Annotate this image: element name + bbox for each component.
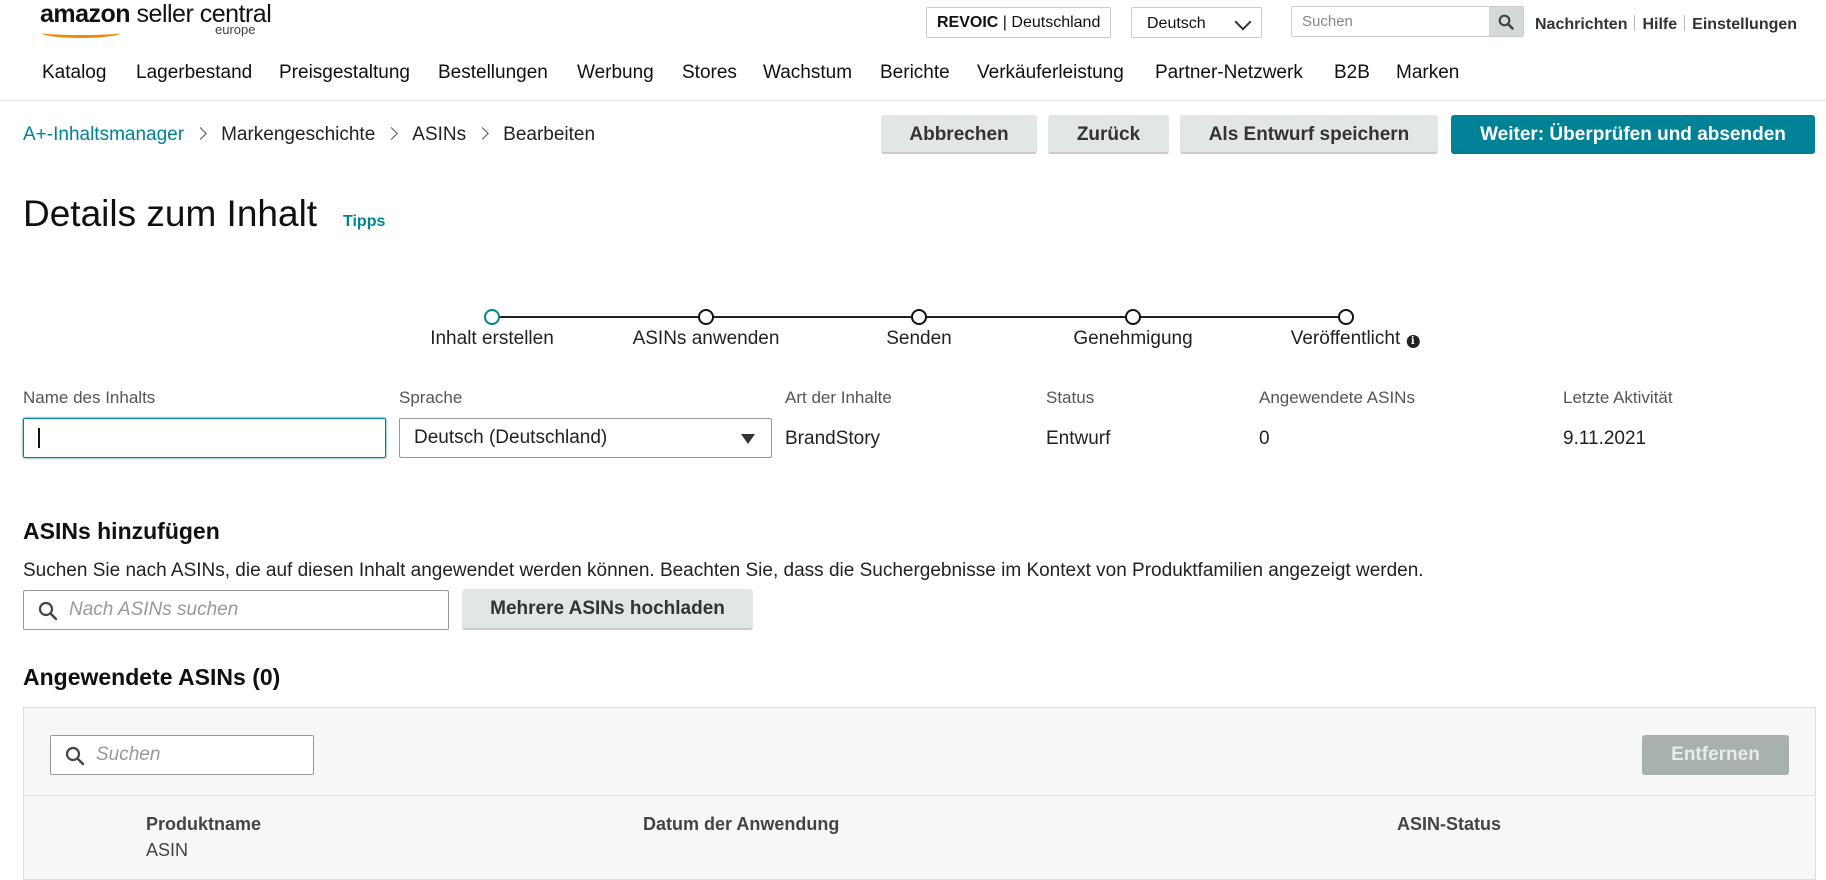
logo-region: europe [215, 22, 256, 37]
submit-review-button[interactable]: Weiter: Überprüfen und absenden [1451, 115, 1815, 154]
amazon-smile-icon [42, 28, 120, 38]
upload-asins-button[interactable]: Mehrere ASINs hochladen [462, 589, 753, 630]
content-name-field[interactable] [23, 418, 386, 458]
step-label-create: Inhalt erstellen [430, 328, 554, 349]
applied-asins-heading: Angewendete ASINs (0) [23, 664, 281, 690]
top-bar: amazon seller central europe REVOIC | De… [0, 0, 1826, 48]
asin-search-input[interactable] [69, 591, 439, 629]
applied-asins-table: Entfernen Produktname ASIN Datum der Anw… [23, 707, 1816, 880]
column-header-date[interactable]: Datum der Anwendung [643, 814, 839, 835]
step-dot-apply-asins [698, 309, 714, 325]
content-name-input[interactable] [24, 419, 385, 457]
logo-brand-bold: amazon [40, 0, 131, 28]
content-type-value: BrandStory [785, 428, 881, 449]
add-asins-heading: ASINs hinzufügen [23, 518, 220, 544]
nav-item-katalog[interactable]: Katalog [42, 62, 106, 84]
main-nav: Katalog Lagerbestand Preisgestaltung Bes… [0, 48, 1826, 101]
add-asins-description: Suchen Sie nach ASINs, die auf diesen In… [23, 560, 1424, 581]
nav-item-bestellungen[interactable]: Bestellungen [438, 62, 548, 84]
last-activity-value: 9.11.2021 [1563, 428, 1647, 449]
content-language-value: Deutsch (Deutschland) [414, 427, 608, 448]
content-language-select[interactable]: Deutsch (Deutschland) [399, 418, 772, 458]
nav-item-wachstum[interactable]: Wachstum [763, 62, 852, 84]
applied-asins-value: 0 [1259, 428, 1270, 449]
nav-item-b2b[interactable]: B2B [1334, 62, 1370, 84]
nav-item-marken[interactable]: Marken [1396, 62, 1459, 84]
stepper-line [926, 316, 1125, 318]
status-value: Entwurf [1046, 428, 1111, 449]
chevron-right-icon [194, 127, 207, 140]
help-link[interactable]: Hilfe [1642, 16, 1677, 33]
step-label-apply-asins: ASINs anwenden [632, 328, 780, 349]
step-dot-create [484, 309, 500, 325]
header-search-input[interactable] [1292, 7, 1487, 36]
page-title: Details zum Inhalt [23, 193, 318, 234]
breadcrumb-item-asins: ASINs [412, 124, 467, 145]
save-draft-button[interactable]: Als Entwurf speichern [1180, 115, 1438, 154]
nav-item-lagerbestand[interactable]: Lagerbestand [136, 62, 252, 84]
content-type-label: Art der Inhalte [785, 388, 892, 407]
messages-link[interactable]: Nachrichten [1535, 16, 1627, 33]
step-label-approval: Genehmigung [1073, 328, 1193, 349]
account-marketplace: Deutschland [1011, 14, 1101, 31]
language-value: Deutsch [1147, 15, 1206, 32]
language-label: Sprache [399, 388, 463, 407]
header-links: Nachrichten Hilfe Einstellungen [1535, 15, 1797, 34]
tips-link[interactable]: Tipps [343, 213, 385, 231]
step-dot-published [1338, 309, 1354, 325]
column-header-status[interactable]: ASIN-Status [1397, 814, 1501, 835]
column-header-asin: ASIN [146, 840, 189, 860]
header-search [1291, 6, 1524, 37]
breadcrumb-item-edit: Bearbeiten [503, 124, 596, 145]
text-cursor [38, 428, 40, 448]
column-header-product[interactable]: Produktname [146, 814, 261, 835]
breadcrumb: A+-Inhaltsmanager Markengeschichte ASINs Be… [23, 124, 595, 146]
breadcrumb-item-aplus[interactable]: A+-Inhaltsmanager [23, 124, 184, 145]
settings-link[interactable]: Einstellungen [1692, 16, 1797, 33]
stepper-line [1140, 316, 1339, 318]
step-label-published: Veröffentlicht i [1291, 328, 1420, 350]
language-select[interactable]: Deutsch [1131, 7, 1262, 38]
nav-item-preisgestaltung[interactable]: Preisgestaltung [279, 62, 410, 84]
step-label-send: Senden [886, 328, 952, 349]
nav-item-berichte[interactable]: Berichte [880, 62, 950, 84]
status-label: Status [1046, 388, 1095, 407]
caret-down-icon [741, 434, 755, 444]
nav-item-werbung[interactable]: Werbung [577, 62, 654, 84]
back-button[interactable]: Zurück [1048, 115, 1169, 154]
breadcrumb-item-brand-story: Markengeschichte [221, 124, 376, 145]
chevron-right-icon [476, 127, 490, 140]
account-name: REVOIC [937, 14, 999, 31]
cancel-button[interactable]: Abbrechen [881, 115, 1037, 154]
stepper-line [499, 316, 706, 318]
content-name-label: Name des Inhalts [23, 388, 156, 407]
chevron-down-icon [1234, 13, 1252, 31]
table-search [50, 735, 314, 775]
nav-item-partner-netzwerk[interactable]: Partner-Netzwerk [1155, 62, 1303, 84]
remove-button[interactable]: Entfernen [1642, 735, 1789, 775]
search-icon [65, 746, 85, 766]
asin-search [23, 590, 449, 630]
divider [1684, 15, 1686, 31]
table-search-input[interactable] [96, 736, 306, 774]
stepper-line [713, 316, 912, 318]
search-icon [38, 601, 58, 621]
table-toolbar: Entfernen [24, 708, 1815, 796]
applied-asins-label: Angewendete ASINs [1259, 388, 1415, 407]
info-icon[interactable]: i [1406, 335, 1420, 348]
divider [1634, 15, 1636, 31]
account-switcher[interactable]: REVOIC | Deutschland [926, 7, 1112, 38]
last-activity-label: Letzte Aktivität [1563, 388, 1673, 407]
step-dot-send [911, 309, 927, 325]
header-search-button[interactable] [1489, 7, 1523, 36]
nav-item-stores[interactable]: Stores [682, 62, 737, 84]
nav-item-verkaeuferleistung[interactable]: Verkäuferleistung [977, 62, 1124, 84]
step-dot-approval [1125, 309, 1141, 325]
search-icon [1498, 14, 1514, 30]
chevron-right-icon [385, 127, 399, 140]
